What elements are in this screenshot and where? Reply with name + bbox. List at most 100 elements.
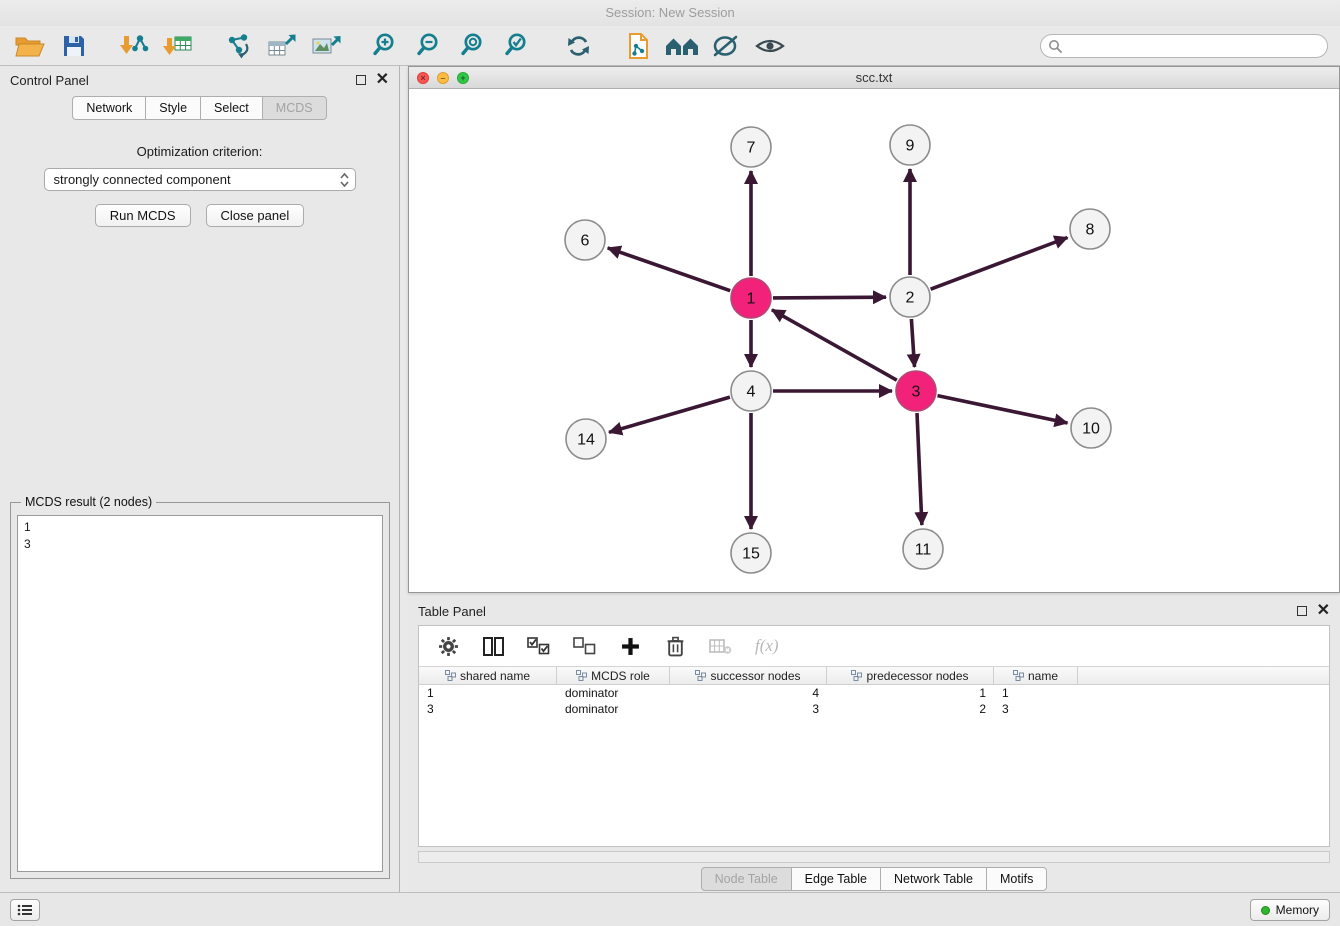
save-session-icon[interactable] [56, 30, 92, 62]
network-window-title-bar[interactable]: × – + scc.txt [409, 67, 1339, 89]
control-tab-mcds[interactable]: MCDS [263, 96, 327, 120]
cell-mcds-role: dominator [557, 685, 670, 701]
toggle-panel-list-button[interactable] [10, 899, 40, 921]
graph-node-1[interactable]: 1 [731, 278, 771, 318]
close-panel-icon[interactable]: ✕ [376, 75, 389, 85]
export-image-icon[interactable] [308, 30, 344, 62]
close-table-panel-icon[interactable]: ✕ [1317, 606, 1330, 616]
graph-node-label: 3 [912, 384, 921, 401]
table-row[interactable]: 3dominator323 [419, 701, 1329, 717]
optimization-criterion-label: Optimization criterion: [0, 144, 399, 159]
graph-node-14[interactable]: 14 [566, 419, 606, 459]
zoom-selected-icon[interactable] [500, 30, 536, 62]
style-paint-icon[interactable] [708, 30, 744, 62]
graph-node-7[interactable]: 7 [731, 127, 771, 167]
status-bar: Memory [0, 892, 1340, 926]
table-panel-title: Table Panel [418, 604, 486, 619]
graph-node-label: 7 [747, 140, 756, 157]
horizontal-scrollbar[interactable] [418, 851, 1330, 863]
mcds-result-line: 3 [24, 536, 376, 553]
control-tab-select[interactable]: Select [201, 96, 263, 120]
window-close-icon[interactable]: × [417, 72, 429, 84]
control-tab-network[interactable]: Network [72, 96, 146, 120]
graph-node-label: 8 [1086, 222, 1095, 239]
cell-predecessor-nodes: 1 [827, 685, 994, 701]
select-checks-icon[interactable] [527, 634, 550, 658]
show-hide-icon[interactable] [752, 30, 788, 62]
optimization-criterion-value: strongly connected component [54, 172, 231, 187]
graph-node-2[interactable]: 2 [890, 277, 930, 317]
table-header-row: shared nameMCDS rolesuccessor nodesprede… [419, 666, 1329, 685]
gear-icon[interactable] [437, 634, 459, 658]
cell-name: 1 [994, 685, 1078, 701]
search-input[interactable] [1040, 34, 1328, 58]
table-tab-network-table[interactable]: Network Table [881, 867, 987, 891]
first-neighbors-icon[interactable] [664, 30, 700, 62]
refresh-view-icon[interactable] [560, 30, 596, 62]
table-tab-edge-table[interactable]: Edge Table [792, 867, 881, 891]
open-session-icon[interactable] [12, 30, 48, 62]
zoom-in-icon[interactable] [368, 30, 404, 62]
import-table-icon[interactable] [160, 30, 196, 62]
window-minimize-icon[interactable]: – [437, 72, 449, 84]
table-tab-node-table[interactable]: Node Table [701, 867, 792, 891]
cell-successor-nodes: 4 [670, 685, 827, 701]
cell-mcds-role: dominator [557, 701, 670, 717]
column-header-mcds-role[interactable]: MCDS role [557, 667, 670, 684]
import-network-icon[interactable] [116, 30, 152, 62]
control-tab-style[interactable]: Style [146, 96, 201, 120]
graph-node-label: 11 [915, 542, 932, 559]
split-columns-icon[interactable] [482, 634, 504, 658]
window-zoom-icon[interactable]: + [457, 72, 469, 84]
app-title-bar[interactable]: Session: New Session [0, 0, 1340, 26]
cell-shared-name: 1 [419, 685, 557, 701]
column-header-predecessor-nodes[interactable]: predecessor nodes [827, 667, 994, 684]
column-header-successor-nodes[interactable]: successor nodes [670, 667, 827, 684]
export-table-icon[interactable] [264, 30, 300, 62]
graph-edges[interactable] [608, 169, 1068, 529]
graph-node-11[interactable]: 11 [903, 529, 943, 569]
control-panel-title: Control Panel [10, 73, 89, 88]
table-tab-motifs[interactable]: Motifs [987, 867, 1047, 891]
graph-node-label: 15 [742, 546, 760, 563]
float-panel-icon[interactable] [356, 75, 366, 85]
optimization-criterion-select[interactable]: strongly connected component [44, 168, 356, 191]
delete-columns-icon [709, 634, 732, 658]
memory-status-icon [1261, 906, 1270, 915]
network-from-selection-icon[interactable] [220, 30, 256, 62]
add-row-icon[interactable] [619, 634, 641, 658]
graph-node-3[interactable]: 3 [896, 371, 936, 411]
table-row[interactable]: 1dominator411 [419, 685, 1329, 701]
mcds-result-list[interactable]: 13 [17, 515, 383, 872]
mcds-result-group: MCDS result (2 nodes) 13 [10, 495, 390, 879]
cell-predecessor-nodes: 2 [827, 701, 994, 717]
main-toolbar [0, 26, 1340, 66]
column-header-shared-name[interactable]: shared name [419, 667, 557, 684]
graph-node-9[interactable]: 9 [890, 125, 930, 165]
run-mcds-button[interactable]: Run MCDS [95, 204, 191, 227]
float-table-panel-icon[interactable] [1297, 606, 1307, 616]
graph-node-4[interactable]: 4 [731, 371, 771, 411]
open-network-file-icon[interactable] [620, 30, 656, 62]
graph-node-8[interactable]: 8 [1070, 209, 1110, 249]
graph-node-label: 14 [577, 432, 595, 449]
graph-node-15[interactable]: 15 [731, 533, 771, 573]
graph-node-label: 4 [747, 384, 756, 401]
column-header-name[interactable]: name [994, 667, 1078, 684]
graph-node-label: 10 [1082, 421, 1100, 438]
zoom-fit-icon[interactable] [456, 30, 492, 62]
network-canvas[interactable]: 7 9 6 8 1 2 4 3 14 10 15 11 [409, 89, 1339, 592]
graph-node-6[interactable]: 6 [565, 220, 605, 260]
graph-node-label: 2 [906, 290, 915, 307]
network-view-window: × – + scc.txt 7 9 6 8 1 2 4 3 14 10 15 11 [408, 66, 1340, 593]
graph-node-10[interactable]: 10 [1071, 408, 1111, 448]
close-panel-button[interactable]: Close panel [206, 204, 305, 227]
delete-row-icon[interactable] [664, 634, 686, 658]
zoom-out-icon[interactable] [412, 30, 448, 62]
control-panel: Control Panel ✕ NetworkStyleSelectMCDS O… [0, 66, 400, 892]
memory-button[interactable]: Memory [1250, 899, 1330, 921]
cell-successor-nodes: 3 [670, 701, 827, 717]
network-window-title: scc.txt [856, 70, 893, 85]
clear-checks-icon[interactable] [573, 634, 596, 658]
graph-node-label: 1 [747, 291, 756, 308]
